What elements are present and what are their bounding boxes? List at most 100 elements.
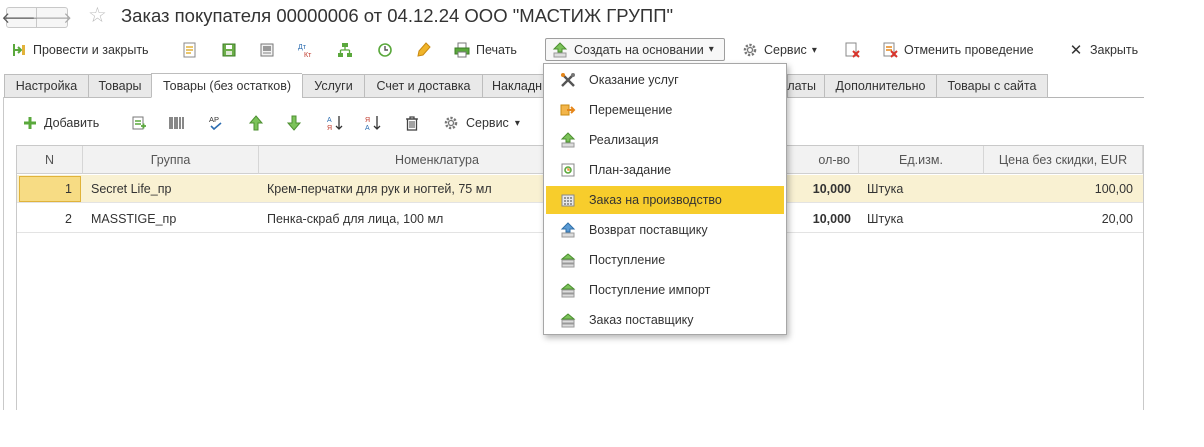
tab-goods-no-stock[interactable]: Товары (без остатков) <box>151 73 302 98</box>
close-label: Закрыть <box>1090 43 1139 57</box>
return-up-icon <box>559 221 577 239</box>
svg-text:Я: Я <box>327 125 332 132</box>
menu-item-label: Возврат поставщику <box>589 223 708 237</box>
pick-items-icon[interactable] <box>130 114 148 132</box>
row-group[interactable]: Secret Life_пр <box>91 175 171 203</box>
receipt-import-icon <box>559 281 577 299</box>
svg-text:А: А <box>327 117 332 124</box>
menu-item-plan-task[interactable]: План-задание <box>546 156 784 184</box>
row-group[interactable]: MASSTIGE_пр <box>91 205 176 233</box>
favorite-star-icon[interactable]: ☆ <box>88 3 107 28</box>
menu-item-services-rendering[interactable]: Оказание услуг <box>546 66 784 94</box>
structure-icon[interactable] <box>258 41 276 59</box>
menu-item-label: Заказ на производство <box>589 193 722 207</box>
row-price[interactable]: 20,00 <box>984 205 1133 233</box>
save-icon[interactable] <box>220 41 238 59</box>
create-based-on-menu: Оказание услуг Перемещение Реализация Пл… <box>543 63 787 335</box>
column-header-unit[interactable]: Ед.изм. <box>859 146 984 174</box>
create-based-icon <box>552 41 568 58</box>
tab-additional[interactable]: Дополнительно <box>824 74 936 98</box>
row-item[interactable]: Крем-перчатки для рук и ногтей, 75 мл <box>267 175 492 203</box>
menu-item-receipt-import[interactable]: Поступление импорт <box>546 276 784 304</box>
row-unit[interactable]: Штука <box>867 205 903 233</box>
menu-item-label: Поступление импорт <box>589 283 711 297</box>
close-button[interactable]: ✕ Закрыть <box>1068 38 1138 62</box>
column-header-n[interactable]: N <box>17 146 83 174</box>
cancel-posting-icon <box>882 42 898 58</box>
chevron-down-icon: ▾ <box>708 44 714 55</box>
row-unit[interactable]: Штука <box>867 175 903 203</box>
spellcheck-icon[interactable]: АР <box>207 114 225 132</box>
gear-icon <box>443 115 459 131</box>
gear-icon <box>742 42 758 58</box>
create-based-on-label: Создать на основании <box>574 42 704 57</box>
cancel-posting-button[interactable]: Отменить проведение <box>882 38 1034 62</box>
sort-desc-icon[interactable]: ЯА <box>364 114 382 132</box>
hierarchy-icon[interactable] <box>336 41 354 59</box>
menu-item-transfer[interactable]: Перемещение <box>546 96 784 124</box>
chevron-down-icon: ▾ <box>514 117 520 129</box>
forward-button[interactable]: 🡒 <box>32 7 72 28</box>
printer-icon <box>454 42 470 58</box>
tools-icon <box>559 71 577 89</box>
svg-text:АР: АР <box>209 115 219 124</box>
tab-waybill[interactable]: Накладн <box>482 74 544 98</box>
history-icon[interactable] <box>376 41 394 59</box>
row-number[interactable]: 1 <box>19 176 81 202</box>
supplier-order-icon <box>559 311 577 329</box>
menu-item-label: Перемещение <box>589 103 673 117</box>
column-header-group[interactable]: Группа <box>83 146 259 174</box>
tab-payments[interactable]: латы <box>787 74 824 98</box>
row-number[interactable]: 2 <box>19 205 81 233</box>
add-button[interactable]: Добавить <box>22 111 99 135</box>
move-down-icon[interactable] <box>285 114 303 132</box>
cancel-posting-label: Отменить проведение <box>904 43 1034 57</box>
tab-goods[interactable]: Товары <box>88 74 151 98</box>
close-icon: ✕ <box>1069 42 1083 59</box>
trash-icon[interactable] <box>403 114 421 132</box>
tab-invoice-delivery[interactable]: Счет и доставка <box>364 74 482 98</box>
menu-item-receipt[interactable]: Поступление <box>546 246 784 274</box>
chevron-down-icon: ▾ <box>811 44 817 56</box>
column-header-price[interactable]: Цена без скидки, EUR <box>984 146 1143 174</box>
add-label: Добавить <box>44 116 100 130</box>
content-left-border <box>3 97 4 410</box>
clear-icon[interactable] <box>415 41 433 59</box>
tab-settings[interactable]: Настройка <box>4 74 88 98</box>
arrow-right-icon: 🡒 <box>31 10 73 27</box>
post-and-close-label: Провести и закрыть <box>33 43 149 57</box>
dt-kt-icon[interactable]: Дт Кт <box>297 41 315 59</box>
barcode-icon[interactable] <box>168 114 186 132</box>
menu-item-label: Поступление <box>589 253 666 267</box>
table-service-menu-button[interactable]: Сервис ▾ <box>443 111 520 135</box>
print-button[interactable]: Печать <box>454 38 517 62</box>
sale-up-icon <box>559 131 577 149</box>
menu-item-label: Оказание услуг <box>589 73 679 87</box>
row-price[interactable]: 100,00 <box>984 175 1133 203</box>
document-edit-icon[interactable] <box>181 41 199 59</box>
plus-icon <box>22 115 38 131</box>
svg-text:Я: Я <box>365 117 370 124</box>
table-service-label: Сервис <box>466 116 509 130</box>
sort-asc-icon[interactable]: АЯ <box>326 114 344 132</box>
create-based-on-button[interactable]: Создать на основании ▾ <box>545 38 725 61</box>
move-up-icon[interactable] <box>247 114 265 132</box>
post-and-close-button[interactable]: Провести и закрыть <box>11 38 149 62</box>
menu-item-production-order[interactable]: Заказ на производство <box>546 186 784 214</box>
service-menu-button[interactable]: Сервис ▾ <box>742 38 817 62</box>
tab-site-goods[interactable]: Товары с сайта <box>936 74 1048 98</box>
tab-services[interactable]: Услуги <box>302 74 364 98</box>
row-item[interactable]: Пенка-скраб для лица, 100 мл <box>267 205 443 233</box>
print-label: Печать <box>476 43 517 57</box>
menu-item-return-to-supplier[interactable]: Возврат поставщику <box>546 216 784 244</box>
page-title: Заказ покупателя 00000006 от 04.12.24 ОО… <box>121 5 674 26</box>
delete-mark-icon[interactable] <box>843 41 861 59</box>
post-icon <box>11 42 27 58</box>
menu-item-sale[interactable]: Реализация <box>546 126 784 154</box>
menu-item-label: Реализация <box>589 133 659 147</box>
svg-text:Дт: Дт <box>298 44 307 51</box>
move-arrow-icon <box>559 101 577 119</box>
menu-item-supplier-order[interactable]: Заказ поставщику <box>546 306 784 334</box>
service-label: Сервис <box>764 43 807 57</box>
plan-doc-icon <box>559 161 577 179</box>
